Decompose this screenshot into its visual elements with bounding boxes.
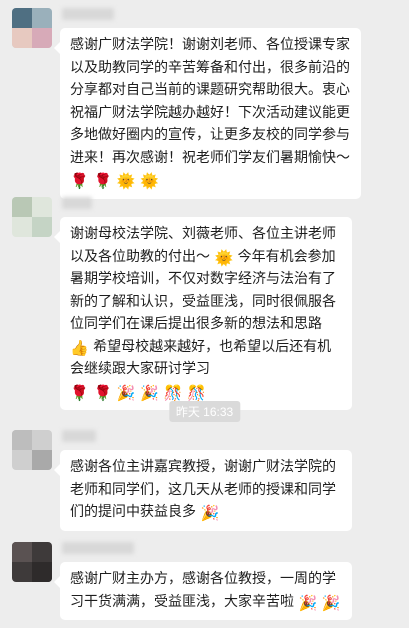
avatar-image bbox=[12, 197, 52, 237]
message-bubble[interactable]: 感谢各位主讲嘉宾教授，谢谢广财法学院的老师和同学们，这几天从老师的授课和同学们的… bbox=[54, 450, 352, 531]
avatar[interactable] bbox=[12, 8, 52, 48]
sun-emoji: 🌞 bbox=[214, 248, 234, 267]
avatar[interactable] bbox=[12, 542, 52, 582]
message-bubble[interactable]: 谢谢母校法学院、刘薇老师、各位主讲老师以及各位助教的付出～ 🌞 今年有机会参加暑… bbox=[54, 217, 352, 410]
emoji-group: 🎉 bbox=[200, 504, 220, 522]
emoji-group: 🌹 🌹 🌞 🌞 bbox=[70, 172, 160, 190]
message-text: 感谢广财法学院！谢谢刘老师、各位授课专家以及助教同学的辛苦筹备和付出，很多前沿的… bbox=[70, 37, 350, 166]
sender-name-blurred bbox=[62, 8, 114, 20]
emoji-group: 🎉 🎉 bbox=[298, 593, 341, 612]
sender-name-blurred bbox=[62, 430, 96, 442]
sender-name-blurred bbox=[62, 542, 134, 554]
message-text: 希望母校越来越好，也希望以后还有机会继续跟大家研讨学习 bbox=[70, 338, 332, 378]
avatar[interactable] bbox=[12, 197, 52, 237]
avatar-image bbox=[12, 8, 52, 48]
message-bubble[interactable]: 感谢广财法学院！谢谢刘老师、各位授课专家以及助教同学的辛苦筹备和付出，很多前沿的… bbox=[54, 28, 361, 199]
sender-name-blurred bbox=[62, 197, 92, 209]
message-bubble[interactable]: 感谢广财主办方，感谢各位教授，一周的学习干货满满，受益匪浅，大家辛苦啦 🎉 🎉 bbox=[54, 562, 352, 620]
chat-timestamp: 昨天 16:33 bbox=[168, 401, 241, 422]
avatar[interactable] bbox=[12, 430, 52, 470]
message-text: 感谢广财主办方，感谢各位教授，一周的学习干货满满，受益匪浅，大家辛苦啦 bbox=[70, 571, 336, 610]
emoji-group: 🌹 🌹 🎉 🎉 🎊 🎊 bbox=[70, 383, 206, 402]
avatar-image bbox=[12, 542, 52, 582]
thumbs-up-emoji: 👍 bbox=[70, 338, 89, 357]
avatar-image bbox=[12, 430, 52, 470]
